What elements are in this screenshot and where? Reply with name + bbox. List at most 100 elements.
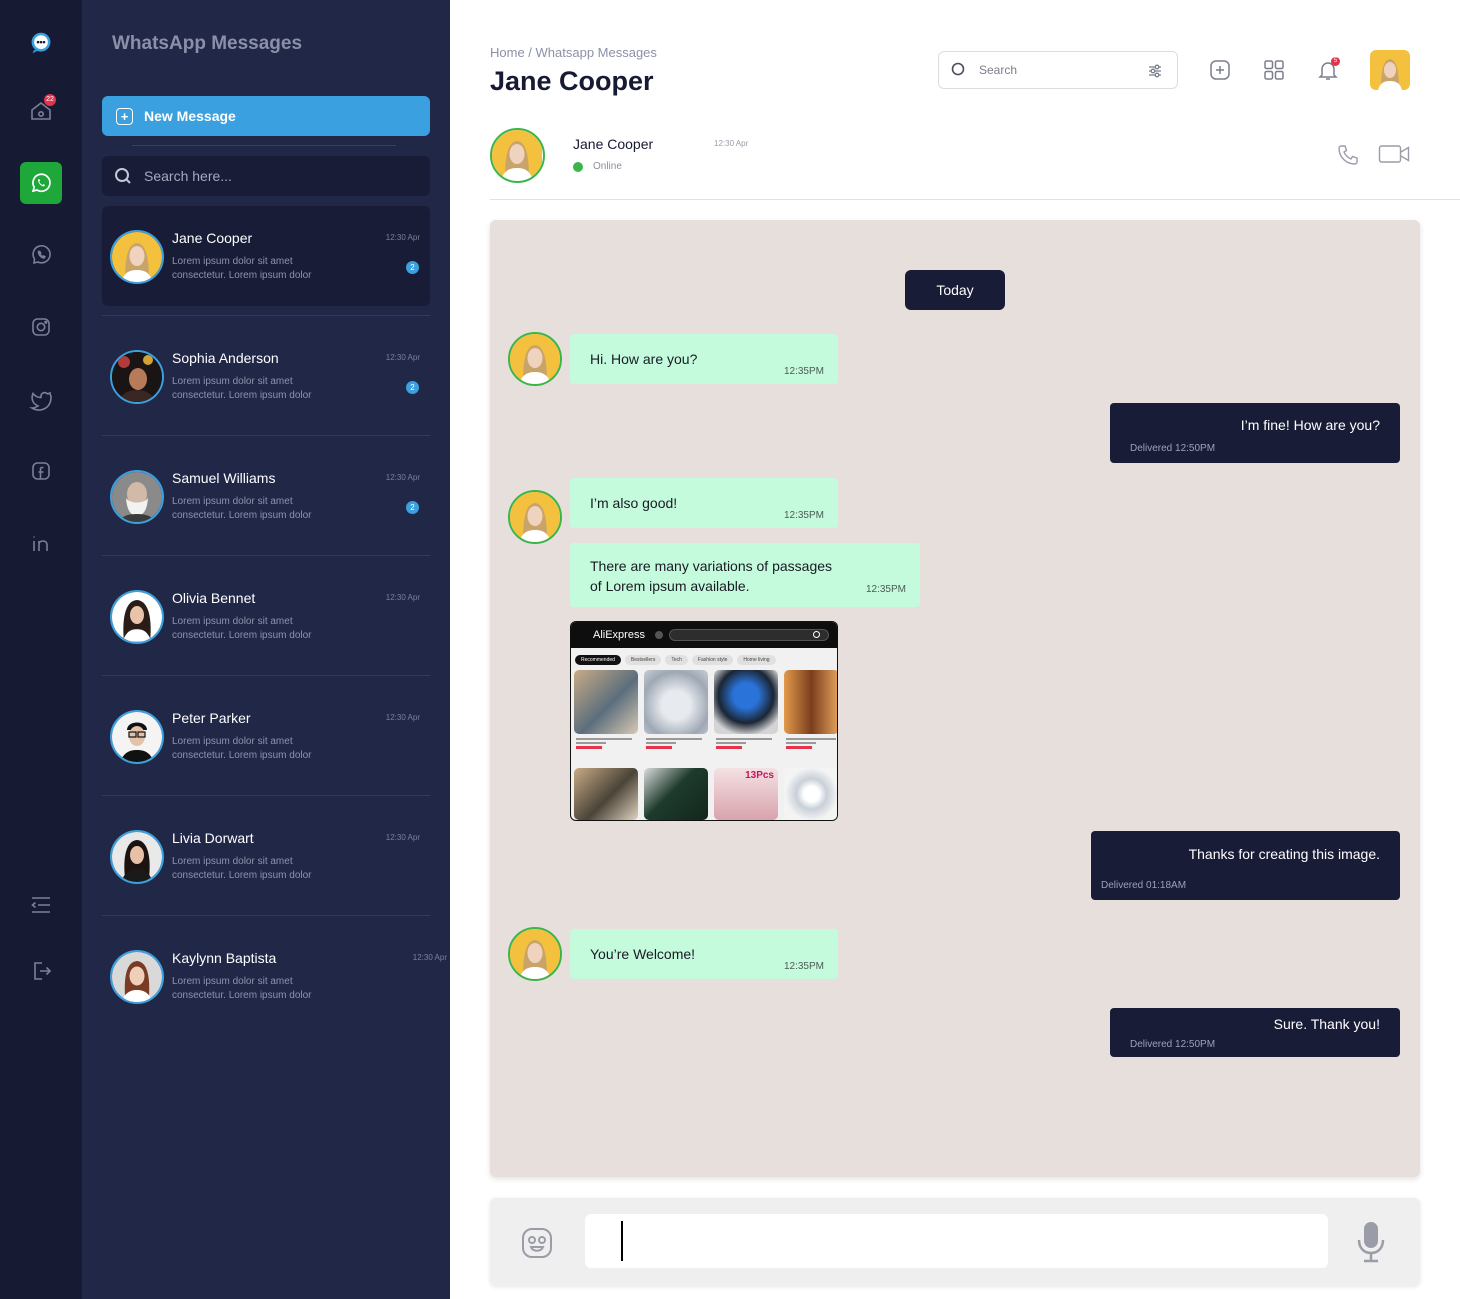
contact-time: 12:30 Apr bbox=[385, 353, 420, 362]
outgoing-message[interactable]: Sure. Thank you! Delivered 12:50PM bbox=[1110, 1008, 1400, 1057]
contact-item[interactable]: Sophia Anderson 12:30 Apr Lorem ipsum dolo… bbox=[102, 326, 430, 426]
breadcrumb[interactable]: Home / Whatsapp Messages bbox=[490, 45, 657, 60]
microphone-icon[interactable] bbox=[1356, 1220, 1386, 1264]
search-icon bbox=[115, 168, 131, 184]
unread-badge: 2 bbox=[406, 261, 419, 274]
video-call-icon[interactable] bbox=[1378, 141, 1410, 167]
logout-icon[interactable] bbox=[20, 950, 62, 992]
facebook-icon[interactable] bbox=[20, 450, 62, 492]
twitter-icon[interactable] bbox=[20, 378, 62, 420]
viber-icon[interactable] bbox=[20, 234, 62, 276]
online-status-text: Online bbox=[593, 161, 622, 172]
incoming-message[interactable]: Hi. How are you? 12:35PM bbox=[570, 334, 838, 384]
home-badge: 22 bbox=[44, 94, 56, 106]
image-tab: Fashion style bbox=[691, 655, 734, 665]
chat-bubble-logo-icon bbox=[20, 22, 62, 64]
notification-count: 5 bbox=[1331, 57, 1340, 66]
top-search-input[interactable] bbox=[977, 62, 1137, 78]
contact-name: Livia Dorwart bbox=[172, 830, 254, 846]
new-message-label: New Message bbox=[144, 108, 236, 124]
message-status: Delivered 01:18AM bbox=[1101, 880, 1187, 891]
contact-divider bbox=[102, 915, 430, 916]
product-headphones-image bbox=[644, 670, 708, 734]
contact-divider bbox=[102, 795, 430, 796]
contact-avatar bbox=[110, 830, 164, 884]
contact-item[interactable]: Kaylynn Baptista 12:30 Apr Lorem ipsum dol… bbox=[102, 926, 447, 1026]
shared-image-screenshot[interactable]: AliExpress Recommended Bestsellers Tech … bbox=[570, 621, 838, 821]
filter-sliders-icon[interactable] bbox=[1147, 63, 1163, 79]
product-promo-label: 13Pcs bbox=[745, 770, 774, 781]
contact-preview: Lorem ipsum dolor sit amet consectetur. … bbox=[172, 976, 312, 1001]
message-avatar bbox=[508, 927, 562, 981]
message-text: There are many variations of passages of… bbox=[590, 558, 833, 594]
incoming-message[interactable]: You’re Welcome! 12:35PM bbox=[570, 929, 838, 979]
product-caption bbox=[784, 736, 837, 756]
contact-name: Sophia Anderson bbox=[172, 350, 279, 366]
product-brushes-image: 13Pcs bbox=[714, 768, 778, 820]
contact-time: 12:30 Apr bbox=[412, 953, 447, 962]
emoji-smile-icon[interactable] bbox=[520, 1226, 554, 1260]
whatsapp-icon[interactable] bbox=[20, 162, 62, 204]
contact-preview: Lorem ipsum dolor sit amet consectetur. … bbox=[172, 496, 312, 521]
message-input[interactable] bbox=[585, 1214, 1328, 1268]
outgoing-message[interactable]: Thanks for creating this image. Delivere… bbox=[1091, 831, 1400, 900]
menu-collapse-icon[interactable] bbox=[20, 884, 62, 926]
contact-avatar bbox=[110, 710, 164, 764]
message-time: 12:35PM bbox=[783, 961, 824, 972]
product-kit-image bbox=[644, 768, 708, 820]
product-ring-image bbox=[784, 768, 837, 820]
contact-divider bbox=[102, 675, 430, 676]
new-message-button[interactable]: + New Message bbox=[102, 96, 430, 136]
image-search-bar bbox=[669, 629, 829, 641]
sidebar-divider bbox=[132, 145, 396, 146]
image-tab: Tech bbox=[665, 655, 688, 665]
contact-preview: Lorem ipsum dolor sit amet consectetur. … bbox=[172, 856, 312, 881]
sidebar-search bbox=[102, 156, 430, 196]
contact-item[interactable]: Peter Parker 12:30 Apr Lorem ipsum dolor s… bbox=[102, 686, 430, 786]
message-text: I’m also good! bbox=[590, 495, 678, 511]
contact-preview: Lorem ipsum dolor sit amet consectetur. … bbox=[172, 256, 312, 281]
sidebar-search-input[interactable] bbox=[142, 167, 402, 185]
message-text: Thanks for creating this image. bbox=[1188, 846, 1380, 862]
add-square-icon[interactable] bbox=[1207, 57, 1233, 83]
contact-name: Jane Cooper bbox=[172, 230, 253, 246]
contact-avatar bbox=[110, 470, 164, 524]
contact-item[interactable]: Olivia Bennet 12:30 Apr Lorem ipsum dolor … bbox=[102, 566, 430, 666]
contact-avatar bbox=[110, 230, 164, 284]
product-belt-image bbox=[784, 670, 837, 734]
message-text: I’m fine! How are you? bbox=[1240, 417, 1380, 433]
contact-item[interactable]: Jane Cooper 12:30 Apr Lorem ipsum dolor si… bbox=[102, 206, 430, 306]
chat-contact-avatar[interactable] bbox=[490, 128, 545, 183]
home-icon[interactable]: 22 bbox=[20, 90, 62, 132]
unread-badge: 2 bbox=[406, 501, 419, 514]
product-caption bbox=[714, 736, 778, 756]
instagram-icon[interactable] bbox=[20, 306, 62, 348]
contact-name: Kaylynn Baptista bbox=[172, 950, 277, 966]
message-time: 12:35PM bbox=[783, 510, 824, 521]
contact-time: 12:30 Apr bbox=[385, 233, 420, 242]
grid-apps-icon[interactable] bbox=[1261, 57, 1287, 83]
contact-avatar bbox=[110, 350, 164, 404]
phone-call-icon[interactable] bbox=[1336, 143, 1360, 167]
contact-time: 12:30 Apr bbox=[385, 713, 420, 722]
incoming-message[interactable]: There are many variations of passages of… bbox=[570, 543, 920, 607]
contact-item[interactable]: Samuel Williams 12:30 Apr Lorem ipsum dolo… bbox=[102, 446, 430, 546]
incoming-message[interactable]: I’m also good! 12:35PM bbox=[570, 478, 838, 528]
chat-contact-name: Jane Cooper bbox=[573, 136, 654, 152]
online-status-dot bbox=[573, 162, 583, 172]
outgoing-message[interactable]: I’m fine! How are you? Delivered 12:50PM bbox=[1110, 403, 1400, 463]
message-text: You’re Welcome! bbox=[590, 946, 696, 962]
contact-time: 12:30 Apr bbox=[385, 473, 420, 482]
user-avatar[interactable] bbox=[1370, 50, 1410, 90]
linkedin-icon[interactable] bbox=[20, 522, 62, 564]
notification-bell-icon[interactable]: 5 bbox=[1315, 57, 1341, 83]
message-status: Delivered 12:50PM bbox=[1130, 1039, 1216, 1050]
contact-name: Samuel Williams bbox=[172, 470, 276, 486]
contact-item[interactable]: Livia Dorwart 12:30 Apr Lorem ipsum dolor … bbox=[102, 806, 430, 906]
page-title: Jane Cooper bbox=[490, 66, 654, 96]
product-caption bbox=[644, 736, 708, 756]
messages-sidebar: WhatsApp Messages + New Message Jane Coo… bbox=[82, 0, 450, 1299]
product-gadget-image bbox=[714, 670, 778, 734]
text-caret bbox=[621, 1221, 623, 1261]
chat-conversation: Today Hi. How are you? 12:35PM I’m fine!… bbox=[490, 220, 1420, 1177]
